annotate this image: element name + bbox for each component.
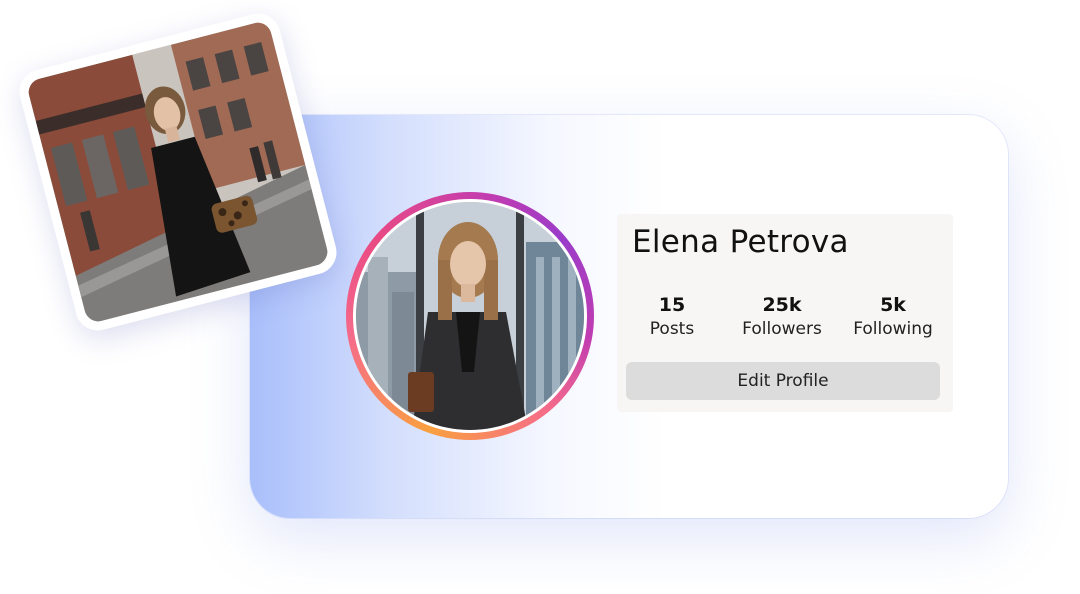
- stat-followers-value: 25k: [762, 294, 802, 316]
- profile-promo-canvas: Elena Petrova 15 Posts 25k Followers 5k …: [0, 0, 1080, 594]
- stat-posts-label: Posts: [649, 319, 695, 339]
- profile-name: Elena Petrova: [632, 224, 849, 260]
- profile-stats: 15 Posts 25k Followers 5k Following: [617, 294, 953, 344]
- stat-followers[interactable]: 25k Followers: [727, 294, 837, 342]
- stat-following-value: 5k: [880, 294, 906, 316]
- stat-following-label: Following: [853, 319, 933, 339]
- edit-profile-button[interactable]: Edit Profile: [626, 362, 940, 400]
- street-style-photo: [25, 19, 331, 325]
- profile-info: Elena Petrova 15 Posts 25k Followers 5k …: [617, 214, 953, 412]
- stat-following[interactable]: 5k Following: [838, 294, 948, 342]
- avatar-ring-gap: [353, 199, 587, 433]
- stat-posts-value: 15: [658, 294, 686, 316]
- avatar[interactable]: [356, 202, 584, 430]
- stat-posts[interactable]: 15 Posts: [617, 294, 727, 342]
- avatar-ring: [346, 192, 594, 440]
- stat-followers-label: Followers: [742, 319, 822, 339]
